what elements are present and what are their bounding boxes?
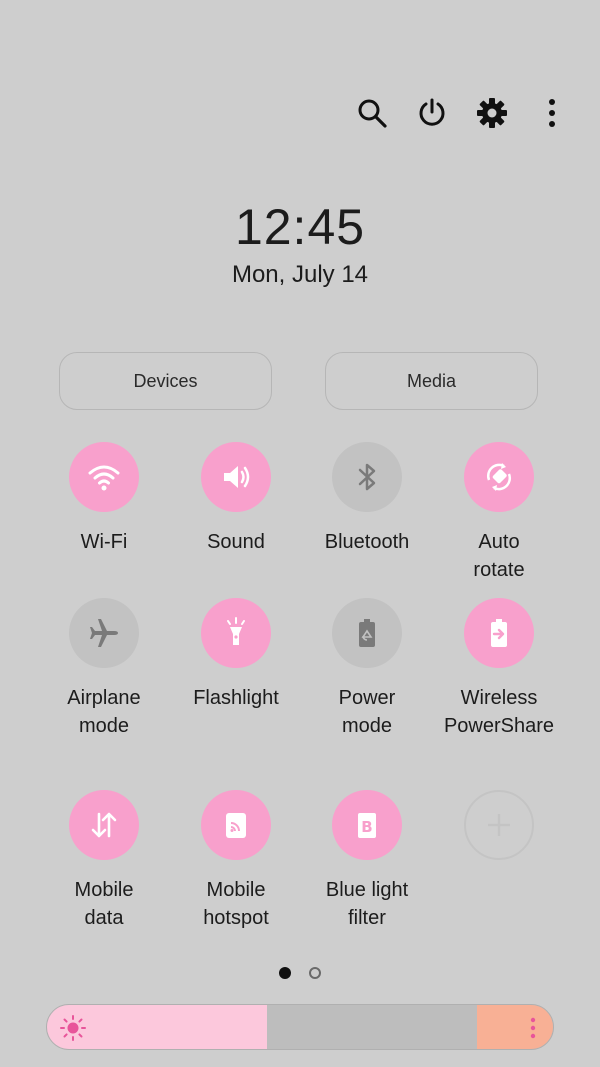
- tile-flashlight[interactable]: Flashlight: [166, 598, 306, 712]
- tile-label: Power mode: [338, 687, 396, 737]
- hotspot-icon[interactable]: [201, 790, 271, 860]
- battery-recycle-icon[interactable]: [332, 598, 402, 668]
- tile-label: Flashlight: [193, 687, 279, 709]
- tile-label: Mobile data: [74, 879, 134, 929]
- sun-icon: [60, 1015, 86, 1041]
- tile-mobile-hotspot[interactable]: Mobile hotspot: [166, 790, 306, 932]
- data-arrows-icon[interactable]: [69, 790, 139, 860]
- tile-label: Mobile hotspot: [203, 879, 269, 929]
- tile-label: Blue light filter: [325, 879, 409, 929]
- flashlight-icon[interactable]: [201, 598, 271, 668]
- clock-time[interactable]: 12:45: [0, 198, 600, 256]
- tile-auto-rotate[interactable]: Auto rotate: [429, 442, 569, 584]
- tile-wifi[interactable]: Wi-Fi: [34, 442, 174, 556]
- power-icon[interactable]: [414, 92, 450, 134]
- devices-button[interactable]: Devices: [59, 352, 272, 410]
- wifi-icon[interactable]: [69, 442, 139, 512]
- more-vertical-icon[interactable]: [534, 92, 570, 134]
- powershare-icon[interactable]: [464, 598, 534, 668]
- tile-mobile-data[interactable]: Mobile data: [34, 790, 174, 932]
- brightness-end-section[interactable]: [477, 1005, 553, 1049]
- brightness-slider[interactable]: [46, 1004, 554, 1050]
- tile-label: Sound: [207, 531, 265, 553]
- top-actions: [354, 92, 570, 134]
- brightness-more-icon[interactable]: [527, 1016, 539, 1040]
- tile-sound[interactable]: Sound: [166, 442, 306, 556]
- svg-text:B: B: [361, 818, 372, 836]
- page-indicator: [0, 967, 600, 979]
- bluetooth-icon[interactable]: [332, 442, 402, 512]
- search-icon[interactable]: [354, 92, 390, 134]
- tile-label: Auto rotate: [473, 531, 525, 581]
- auto-rotate-icon[interactable]: [464, 442, 534, 512]
- airplane-icon[interactable]: [69, 598, 139, 668]
- page-dot-2[interactable]: [309, 967, 321, 979]
- tile-label: Wireless PowerShare: [443, 687, 555, 737]
- clock-date[interactable]: Mon, July 14: [0, 261, 600, 289]
- page-dot-1[interactable]: [279, 967, 291, 979]
- tile-add[interactable]: [429, 790, 569, 876]
- tile-label: Wi-Fi: [80, 531, 128, 553]
- gear-icon[interactable]: [474, 92, 510, 134]
- tile-label: Bluetooth: [324, 531, 410, 553]
- blue-light-icon[interactable]: B: [332, 790, 402, 860]
- tile-wireless-powershare[interactable]: Wireless PowerShare: [429, 598, 569, 740]
- speaker-icon[interactable]: [201, 442, 271, 512]
- plus-icon[interactable]: [464, 790, 534, 860]
- tile-blue-light-filter[interactable]: B Blue light filter: [297, 790, 437, 932]
- tile-power-mode[interactable]: Power mode: [297, 598, 437, 740]
- tile-label: Airplane mode: [67, 687, 141, 737]
- tile-airplane-mode[interactable]: Airplane mode: [34, 598, 174, 740]
- media-button[interactable]: Media: [325, 352, 538, 410]
- tile-bluetooth[interactable]: Bluetooth: [297, 442, 437, 556]
